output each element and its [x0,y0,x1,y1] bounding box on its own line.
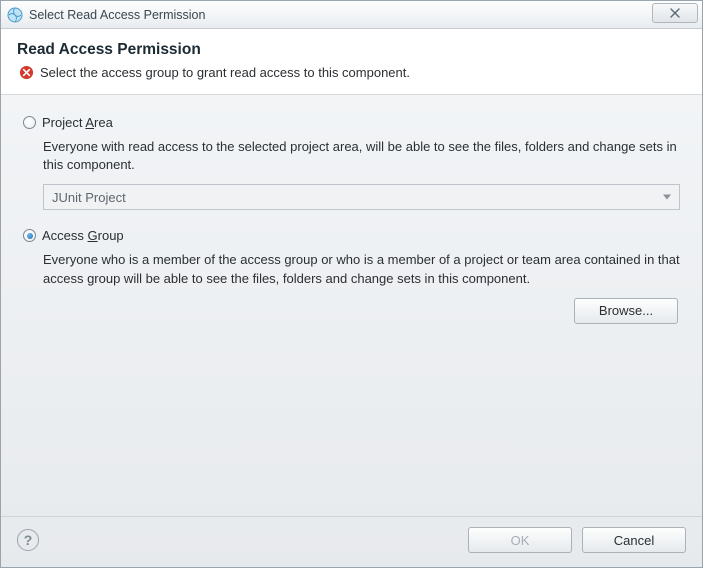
close-icon [668,8,682,18]
header-panel: Read Access Permission Select the access… [1,29,702,95]
access-group-description: Everyone who is a member of the access g… [43,251,680,287]
option-access-group: Access Group Everyone who is a member of… [23,228,680,323]
help-icon: ? [24,532,33,548]
cancel-button[interactable]: Cancel [582,527,686,553]
browse-button[interactable]: Browse... [574,298,678,324]
content-area: Project Area Everyone with read access t… [1,95,702,516]
window-title: Select Read Access Permission [29,8,205,22]
radio-icon [23,116,36,129]
status-message: Select the access group to grant read ac… [40,65,410,80]
browse-row: Browse... [23,298,680,324]
help-button[interactable]: ? [17,529,39,551]
project-area-select[interactable]: JUnit Project [43,184,680,210]
project-area-description: Everyone with read access to the selecte… [43,138,680,174]
status-row: Select the access group to grant read ac… [17,65,686,80]
radio-label-project-area: Project Area [42,115,113,130]
dialog-window: Select Read Access Permission Read Acces… [0,0,703,568]
radio-project-area[interactable]: Project Area [23,115,680,130]
option-project-area: Project Area Everyone with read access t… [23,115,680,210]
error-icon [19,65,34,80]
close-button[interactable] [652,3,698,23]
dialog-heading: Read Access Permission [17,41,686,59]
ok-button[interactable]: OK [468,527,572,553]
titlebar: Select Read Access Permission [1,1,702,29]
radio-access-group[interactable]: Access Group [23,228,680,243]
radio-icon [23,229,36,242]
footer-buttons: OK Cancel [468,527,686,553]
globe-icon [7,7,23,23]
radio-label-access-group: Access Group [42,228,124,243]
chevron-down-icon [663,195,671,200]
footer: ? OK Cancel [1,516,702,567]
project-area-selected-value: JUnit Project [52,190,126,205]
